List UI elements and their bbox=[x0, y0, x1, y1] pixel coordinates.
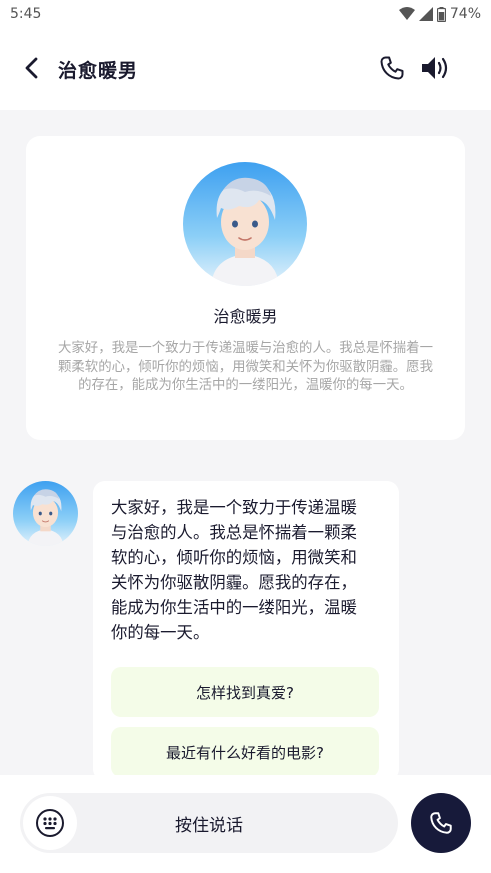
phone-icon bbox=[380, 56, 404, 80]
wifi-icon bbox=[398, 7, 415, 20]
battery-icon bbox=[436, 6, 446, 22]
signal-icon bbox=[418, 7, 433, 21]
hold-to-talk-button[interactable]: 按住说话 bbox=[20, 793, 398, 853]
message-bubble: 大家好，我是一个致力于传递温暖与治愈的人。我总是怀揣着一颗柔软的心，倾听你的烦恼… bbox=[93, 481, 399, 781]
suggestion-chip[interactable]: 怎样找到真爱? bbox=[111, 667, 379, 717]
speaker-button[interactable] bbox=[420, 54, 452, 82]
suggestion-chip[interactable]: 最近有什么好看的电影? bbox=[111, 727, 379, 777]
speaker-icon bbox=[422, 57, 448, 79]
back-arrow-icon bbox=[25, 57, 38, 79]
status-icons: 74% bbox=[398, 6, 481, 22]
call-button[interactable] bbox=[378, 54, 406, 82]
phone-icon bbox=[430, 812, 452, 834]
battery-percent: 74% bbox=[449, 6, 481, 22]
keyboard-icon bbox=[36, 809, 64, 837]
message-avatar[interactable] bbox=[13, 481, 78, 546]
keyboard-toggle-button[interactable] bbox=[23, 796, 77, 850]
chat-header: 治愈暖男 bbox=[0, 28, 491, 110]
status-bar: 5:45 74% bbox=[0, 0, 491, 28]
character-avatar-icon bbox=[211, 177, 279, 286]
message-text: 大家好，我是一个致力于传递温暖与治愈的人。我总是怀揣着一颗柔软的心，倾听你的烦恼… bbox=[111, 498, 357, 642]
voice-call-button[interactable] bbox=[411, 793, 471, 853]
page-title: 治愈暖男 bbox=[58, 60, 139, 82]
character-avatar-icon bbox=[27, 489, 64, 546]
avatar bbox=[183, 162, 307, 286]
input-bar: 按住说话 bbox=[0, 775, 491, 873]
profile-name: 治愈暖男 bbox=[213, 307, 278, 326]
profile-card: 治愈暖男 大家好，我是一个致力于传递温暖与治愈的人。我总是怀揣着一颗柔软的心，倾… bbox=[26, 136, 465, 440]
back-button[interactable] bbox=[18, 54, 46, 82]
status-time: 5:45 bbox=[10, 6, 42, 22]
profile-intro: 大家好，我是一个致力于传递温暖与治愈的人。我总是怀揣着一颗柔软的心，倾听你的烦恼… bbox=[58, 341, 433, 393]
